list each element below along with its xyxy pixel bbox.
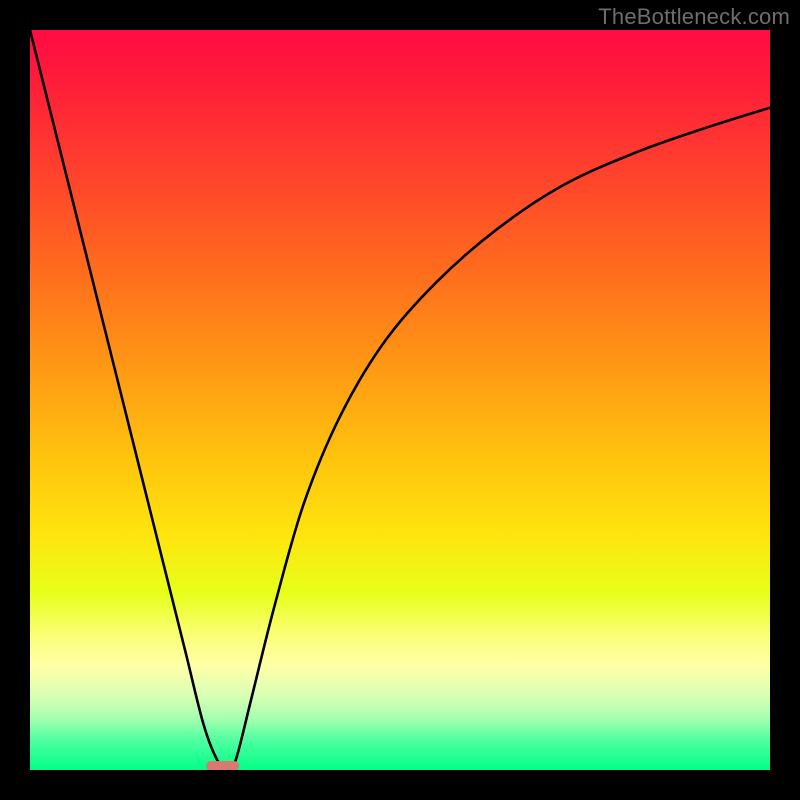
curve-layer xyxy=(30,30,770,770)
minimum-marker xyxy=(206,761,239,770)
bottleneck-curve xyxy=(30,30,770,770)
chart-frame: TheBottleneck.com xyxy=(0,0,800,800)
watermark-text: TheBottleneck.com xyxy=(598,4,790,30)
plot-area xyxy=(30,30,770,770)
